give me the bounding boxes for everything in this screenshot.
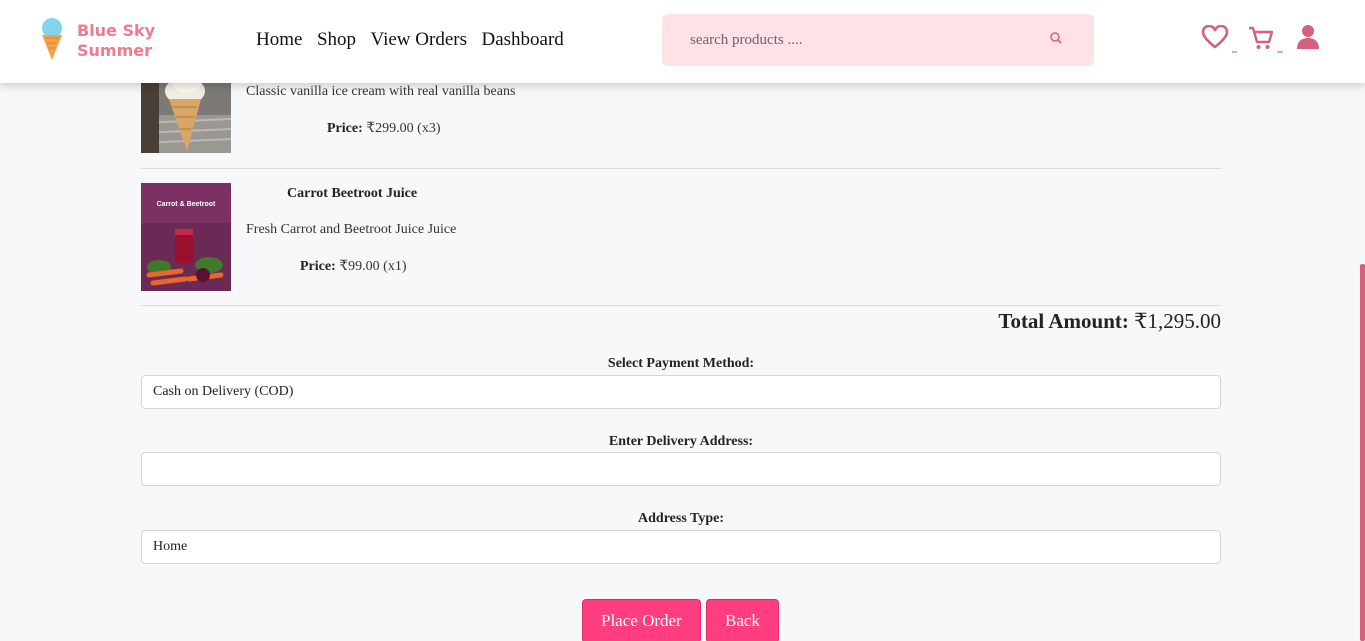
brand-logo[interactable]: Blue Sky Summer xyxy=(40,18,155,62)
carrot-beetroot-juice-image: Carrot & Beetroot xyxy=(141,183,231,291)
item-description: Classic vanilla ice cream with real vani… xyxy=(246,84,516,99)
juice-image-title: Carrot & Beetroot xyxy=(157,201,216,208)
total-value: ₹1,295.00 xyxy=(1134,309,1221,333)
item-price: Price: ₹99.00 (x1) xyxy=(300,258,406,275)
item-price-label: Price: xyxy=(300,259,336,274)
delivery-address-input[interactable] xyxy=(141,452,1221,486)
user-icon[interactable] xyxy=(1296,24,1320,55)
address-type-select[interactable]: Home xyxy=(141,530,1221,564)
item-description: Fresh Carrot and Beetroot Juice Juice xyxy=(246,222,457,237)
nav-dashboard[interactable]: Dashboard xyxy=(481,29,563,51)
nav-shop[interactable]: Shop xyxy=(317,29,356,51)
item-divider xyxy=(141,168,1221,169)
address-type-label: Address Type: xyxy=(638,511,724,526)
brand-name-line2: Summer xyxy=(77,41,152,60)
place-order-button[interactable]: Place Order xyxy=(582,599,701,641)
item-name: Carrot Beetroot Juice xyxy=(287,186,418,201)
item-price: Price: ₹299.00 (x3) xyxy=(327,120,440,137)
item-price-value: ₹99.00 (x1) xyxy=(339,259,407,274)
item-price-label: Price: xyxy=(327,121,363,136)
delivery-address-label: Enter Delivery Address: xyxy=(608,434,754,449)
total-label: Total Amount: xyxy=(998,309,1129,333)
total-amount: Total Amount: ₹1,295.00 xyxy=(998,309,1221,334)
item-price-value: ₹299.00 (x3) xyxy=(366,121,441,136)
top-navbar: Blue Sky Summer Home Shop View Orders Da… xyxy=(0,0,1365,83)
ice-cream-logo-icon xyxy=(40,18,64,62)
nav-view-orders[interactable]: View Orders xyxy=(371,29,467,51)
brand-name: Blue Sky Summer xyxy=(77,21,155,61)
payment-method-label: Select Payment Method: xyxy=(607,356,755,371)
search-bar xyxy=(662,14,1094,66)
heart-icon[interactable] xyxy=(1201,24,1237,60)
payment-method-select[interactable]: Cash on Delivery (COD) xyxy=(141,375,1221,409)
search-icon[interactable] xyxy=(1047,30,1065,48)
nav-home[interactable]: Home xyxy=(256,29,302,51)
item-divider xyxy=(141,305,1221,306)
main-nav: Home Shop View Orders Dashboard xyxy=(256,29,578,51)
page-scrollbar[interactable] xyxy=(1360,264,1365,641)
cart-icon[interactable] xyxy=(1248,26,1284,61)
brand-name-line1: Blue Sky xyxy=(77,21,156,40)
search-input[interactable] xyxy=(662,14,1022,66)
back-button[interactable]: Back xyxy=(706,599,779,641)
